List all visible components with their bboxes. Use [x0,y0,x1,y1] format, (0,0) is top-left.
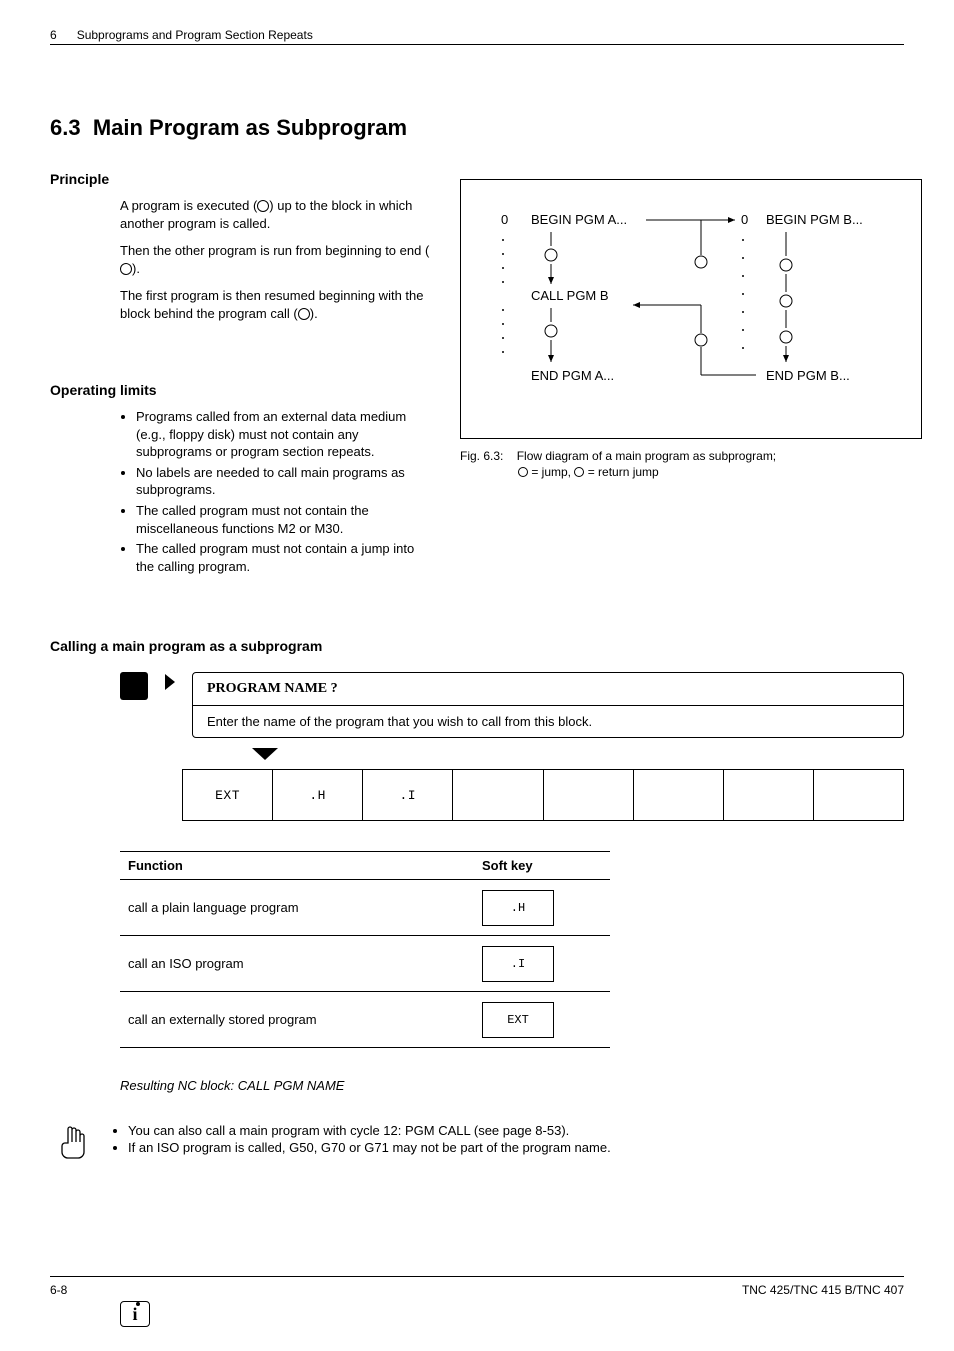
principle-p3: The first program is then resumed beginn… [120,287,430,322]
figure-caption-label: Fig. 6.3: [460,449,503,463]
principle-and-figure: Principle A program is executed () up to… [50,171,904,578]
fig-label: END PGM A... [531,368,614,383]
principle-p3b: ). [310,306,318,321]
prompt-box: PROGRAM NAME ? Enter the name of the pro… [192,672,904,738]
softkey-bar: EXT .H .I [182,769,904,821]
col-function: Function [128,858,482,873]
figure-caption: Fig. 6.3: Flow diagram of a main program… [460,449,922,480]
table-row: call an ISO program .I [120,936,610,992]
arrow-down-icon [250,746,904,765]
note-item: You can also call a main program with cy… [128,1123,611,1138]
figure-caption-sub-b: = return jump [584,465,658,479]
prompt-head: PROGRAM NAME ? [193,673,903,706]
fig-label: CALL PGM B [531,288,609,303]
arrow-right-icon [160,672,180,692]
circle-icon [257,200,269,212]
section-number: 6.3 [50,115,81,140]
fig-label: END PGM B... [766,368,850,383]
figure-column: 0 BEGIN PGM A... CALL PGM B END PGM A...… [450,171,922,578]
calling-section: Calling a main program as a subprogram P… [50,638,904,1166]
footer-page-number: 6-8 [50,1283,67,1297]
note-item: If an ISO program is called, G50, G70 or… [128,1140,611,1155]
softkey[interactable]: .I [363,770,453,820]
fig-label: BEGIN PGM B... [766,212,863,227]
note-list: You can also call a main program with cy… [128,1123,611,1157]
info-icon: i [120,1301,150,1327]
limits-list: Programs called from an external data me… [136,408,430,575]
principle-body: A program is executed () up to the block… [120,197,430,322]
step-row: PROGRAM NAME ? Enter the name of the pro… [120,672,904,738]
page-header: 6 Subprograms and Program Section Repeat… [50,28,904,45]
softkey[interactable] [724,770,814,820]
footer-model: TNC 425/TNC 415 B/TNC 407 [742,1283,904,1297]
resulting-block: Resulting NC block: CALL PGM NAME [120,1078,904,1093]
principle-heading: Principle [50,171,430,187]
circle-icon [120,263,132,275]
principle-p1: A program is executed () up to the block… [120,197,430,232]
softkey[interactable] [544,770,634,820]
table-fn: call an ISO program [128,956,482,971]
softkey-btn[interactable]: EXT [482,1002,554,1038]
flow-diagram-svg: 0 BEGIN PGM A... CALL PGM B END PGM A...… [491,210,901,410]
flow-diagram: 0 BEGIN PGM A... CALL PGM B END PGM A...… [460,179,922,439]
function-table: Function Soft key call a plain language … [120,851,610,1048]
limits-item: Programs called from an external data me… [136,408,422,461]
softkey-btn[interactable]: .I [482,946,554,982]
note-row: You can also call a main program with cy… [58,1123,904,1166]
limits-heading: Operating limits [50,382,430,398]
figure-caption-sub-a: = jump, [528,465,574,479]
principle-p2a: Then the other program is run from begin… [120,243,429,258]
circle-icon [518,467,528,477]
header-page-number: 6 [50,28,57,42]
softkey[interactable] [453,770,543,820]
softkey[interactable] [814,770,903,820]
principle-p3a: The first program is then resumed beginn… [120,288,424,321]
section-title-text: Main Program as Subprogram [93,115,407,140]
prompt-body: Enter the name of the program that you w… [193,706,903,737]
limits-item: No labels are needed to call main progra… [136,464,422,499]
table-header: Function Soft key [120,851,610,880]
principle-column: Principle A program is executed () up to… [50,171,430,578]
softkey[interactable]: .H [273,770,363,820]
page-footer: 6-8 TNC 425/TNC 415 B/TNC 407 [50,1276,904,1297]
header-chapter-title: Subprograms and Program Section Repeats [77,28,313,42]
key-icon [120,672,148,700]
principle-p2b: ). [132,261,140,276]
table-fn: call a plain language program [128,900,482,915]
fig-label: BEGIN PGM A... [531,212,627,227]
softkey[interactable]: EXT [183,770,273,820]
section-heading: 6.3 Main Program as Subprogram [50,115,904,141]
table-row: call an externally stored program EXT [120,992,610,1048]
softkey-btn[interactable]: .H [482,890,554,926]
table-row: call a plain language program .H [120,880,610,936]
limits-item: The called program must not contain the … [136,502,422,537]
hand-note-icon [58,1123,92,1166]
figure-caption-text: Flow diagram of a main program as subpro… [517,449,776,463]
calling-heading: Calling a main program as a subprogram [50,638,904,654]
table-fn: call an externally stored program [128,1012,482,1027]
fig-label: 0 [501,212,508,227]
circle-icon [574,467,584,477]
principle-p2: Then the other program is run from begin… [120,242,430,277]
softkey[interactable] [634,770,724,820]
limits-item: The called program must not contain a ju… [136,540,422,575]
fig-label: 0 [741,212,748,227]
circle-icon [298,308,310,320]
col-softkey: Soft key [482,858,602,873]
principle-p1a: A program is executed ( [120,198,257,213]
